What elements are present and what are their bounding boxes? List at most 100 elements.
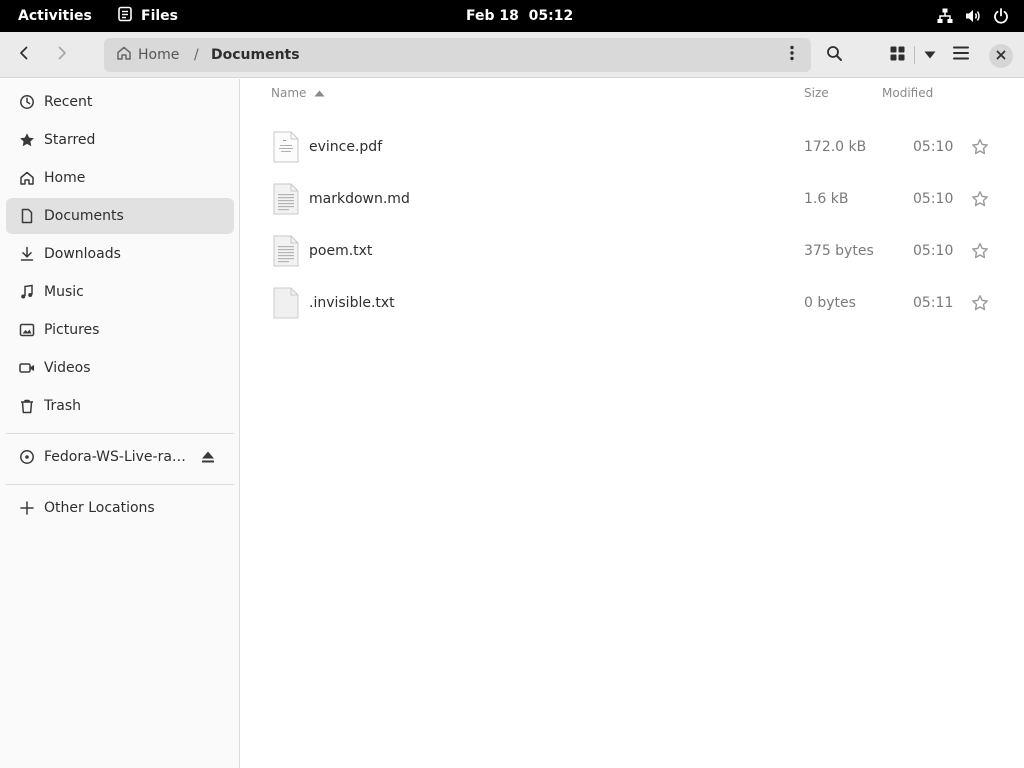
breadcrumb-home-label: Home	[138, 47, 180, 63]
system-status-menu[interactable]	[936, 0, 1010, 32]
files-app-icon	[117, 6, 133, 26]
sidebar-item-drive[interactable]: Fedora-WS-Live-ra…	[6, 439, 234, 475]
path-menu-icon	[790, 45, 794, 65]
text-file-icon	[273, 235, 299, 267]
file-size: 375 bytes	[804, 243, 874, 259]
sidebar-item-label: Other Locations	[44, 500, 155, 516]
column-header-modified[interactable]: Modified	[882, 79, 933, 107]
file-modified: 05:11	[913, 295, 954, 311]
sidebar: Recent Starred Home Documents Downloads …	[0, 79, 240, 768]
grid-view-icon	[890, 46, 905, 65]
file-size: 1.6 kB	[804, 191, 849, 207]
column-header-name[interactable]: Name	[271, 79, 325, 107]
video-icon	[19, 360, 35, 376]
file-name: evince.pdf	[309, 139, 383, 155]
sidebar-item-starred[interactable]: Starred	[6, 122, 234, 158]
sidebar-item-pictures[interactable]: Pictures	[6, 312, 234, 348]
sidebar-item-videos[interactable]: Videos	[6, 350, 234, 386]
picture-icon	[19, 322, 35, 338]
file-row[interactable]: evince.pdf 172.0 kB 05:10	[241, 121, 1024, 173]
sidebar-divider	[6, 433, 234, 434]
breadcrumb-home[interactable]: Home	[116, 38, 179, 72]
star-icon[interactable]	[971, 138, 989, 156]
sidebar-item-music[interactable]: Music	[6, 274, 234, 310]
back-button[interactable]	[8, 39, 40, 71]
breadcrumb-separator: /	[194, 47, 199, 63]
file-row[interactable]: poem.txt 375 bytes 05:10	[241, 225, 1024, 277]
music-icon	[19, 284, 35, 300]
star-icon[interactable]	[971, 294, 989, 312]
path-menu-button[interactable]	[781, 44, 803, 66]
forward-button[interactable]	[46, 39, 78, 71]
sidebar-item-label: Fedora-WS-Live-ra…	[44, 449, 186, 465]
star-icon	[19, 132, 35, 148]
file-modified: 05:10	[913, 243, 954, 259]
grid-view-button[interactable]	[880, 39, 914, 71]
star-icon[interactable]	[971, 190, 989, 208]
column-header-size[interactable]: Size	[804, 79, 829, 107]
sort-ascending-icon	[314, 79, 325, 107]
file-modified: 05:10	[913, 139, 954, 155]
main-menu-button[interactable]	[945, 39, 977, 71]
sidebar-item-home[interactable]: Home	[6, 160, 234, 196]
network-icon	[936, 7, 954, 25]
file-modified: 05:10	[913, 191, 954, 207]
view-options-button[interactable]	[915, 39, 944, 71]
app-menu-button[interactable]: Files	[117, 0, 178, 32]
sidebar-item-label: Recent	[44, 94, 93, 110]
download-icon	[19, 246, 35, 262]
file-row[interactable]: .invisible.txt 0 bytes 05:11	[241, 277, 1024, 329]
close-window-button[interactable]	[989, 44, 1013, 68]
back-icon	[16, 45, 32, 65]
sidebar-item-label: Music	[44, 284, 84, 300]
eject-icon[interactable]	[200, 449, 216, 465]
blank-file-icon	[273, 287, 299, 319]
file-size: 0 bytes	[804, 295, 856, 311]
file-row[interactable]: markdown.md 1.6 kB 05:10	[241, 173, 1024, 225]
sidebar-item-downloads[interactable]: Downloads	[6, 236, 234, 272]
power-icon	[992, 7, 1010, 25]
sidebar-item-label: Starred	[44, 132, 96, 148]
sidebar-item-recent[interactable]: Recent	[6, 84, 234, 120]
volume-icon	[964, 7, 982, 25]
disc-icon	[19, 449, 35, 465]
view-switcher	[880, 39, 944, 71]
trash-icon	[19, 398, 35, 414]
forward-icon	[54, 45, 70, 65]
sidebar-item-trash[interactable]: Trash	[6, 388, 234, 424]
breadcrumb-current[interactable]: Documents	[211, 38, 300, 72]
clock[interactable]: Feb 18 05:12	[466, 0, 573, 32]
sidebar-item-other-locations[interactable]: Other Locations	[6, 490, 234, 526]
sidebar-divider	[6, 484, 234, 485]
text-file-icon	[273, 183, 299, 215]
header-bar: Home / Documents	[0, 32, 1024, 78]
column-header-label: Name	[271, 86, 307, 100]
top-bar: Activities Files Feb 18 05:12	[0, 0, 1024, 32]
app-name: Files	[141, 8, 178, 24]
path-bar[interactable]: Home / Documents	[104, 38, 811, 72]
sidebar-item-label: Trash	[44, 398, 81, 414]
sidebar-item-label: Pictures	[44, 322, 100, 338]
sidebar-item-label: Home	[44, 170, 86, 186]
file-name: .invisible.txt	[309, 295, 395, 311]
search-icon	[826, 45, 843, 66]
clock-icon	[19, 94, 35, 110]
view-options-icon	[924, 47, 936, 63]
star-icon[interactable]	[971, 242, 989, 260]
pdf-file-icon	[273, 131, 299, 163]
file-size: 172.0 kB	[804, 139, 867, 155]
search-button[interactable]	[818, 39, 850, 71]
file-list-view: Name Size Modified evince.pdf 172.0 kB 0…	[241, 79, 1024, 768]
close-icon	[996, 48, 1006, 64]
sidebar-item-documents[interactable]: Documents	[6, 198, 234, 234]
document-icon	[19, 208, 35, 224]
activities-button[interactable]: Activities	[18, 0, 92, 32]
sidebar-item-label: Videos	[44, 360, 91, 376]
sidebar-item-label: Downloads	[44, 246, 121, 262]
plus-icon	[19, 500, 35, 516]
file-name: markdown.md	[309, 191, 410, 207]
home-icon	[19, 170, 35, 186]
sidebar-item-label: Documents	[44, 208, 124, 224]
hamburger-menu-icon	[953, 46, 969, 64]
home-icon	[116, 45, 132, 65]
